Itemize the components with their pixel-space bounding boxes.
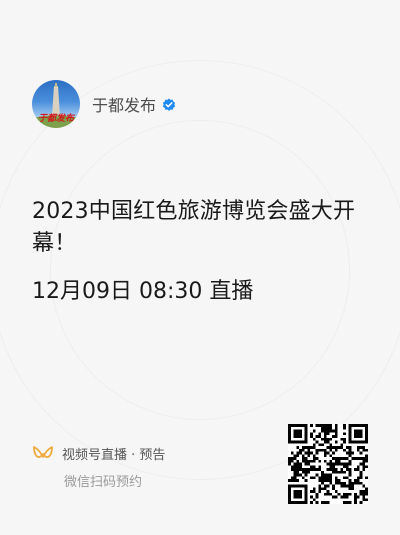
avatar[interactable]: 于都发布 — [32, 80, 80, 128]
channels-label: 视频号直播 · 预告 — [62, 448, 166, 463]
account-name[interactable]: 于都发布 — [92, 92, 156, 116]
decorative-ring — [50, 120, 350, 420]
live-time: 12月09日 08:30 直播 — [32, 279, 254, 304]
verified-badge-icon — [162, 97, 176, 111]
live-title: 2023中国红色旅游博览会盛大开幕！ — [32, 199, 356, 256]
channels-footer: 视频号直播 · 预告 微信扫码预约 — [32, 444, 165, 490]
qr-code[interactable] — [288, 424, 368, 504]
scan-hint: 微信扫码预约 — [64, 475, 143, 490]
channels-row: 视频号直播 · 预告 — [32, 444, 165, 463]
live-preview-card: 于都发布 于都发布 2023中国红色旅游博览会盛大开幕！ 12月09日 08:3… — [0, 0, 400, 535]
avatar-logo-text: 于都发布 — [37, 114, 74, 124]
account-header[interactable]: 于都发布 于都发布 — [32, 80, 176, 128]
channels-butterfly-icon — [33, 445, 53, 458]
